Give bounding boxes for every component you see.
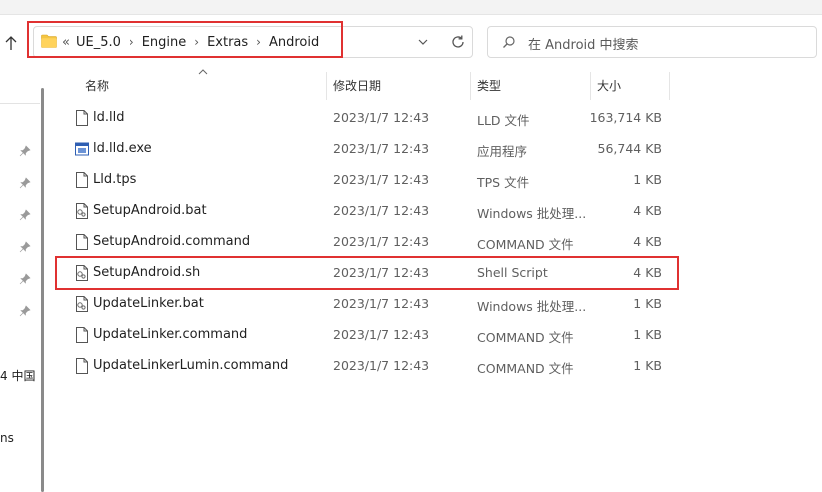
column-divider[interactable] xyxy=(590,72,591,100)
chevron-down-icon[interactable] xyxy=(415,34,431,50)
file-date: 2023/1/7 12:43 xyxy=(333,234,430,249)
script-file-icon xyxy=(76,296,88,312)
file-name[interactable]: SetupAndroid.command xyxy=(93,234,250,249)
file-row[interactable]: UpdateLinker.bat 2023/1/7 12:43 Windows 批处… xyxy=(70,288,690,319)
file-icon xyxy=(76,234,88,250)
file-row[interactable]: ld.lld.exe 2023/1/7 12:43 应用程序 56,744 KB xyxy=(70,133,690,164)
file-icon xyxy=(76,172,88,188)
file-date: 2023/1/7 12:43 xyxy=(333,327,430,342)
file-size: 163,714 KB xyxy=(589,110,662,125)
pin-icon[interactable] xyxy=(19,273,31,285)
pin-icon[interactable] xyxy=(19,305,31,317)
file-icon xyxy=(76,358,88,374)
pin-icon[interactable] xyxy=(19,145,31,157)
file-date: 2023/1/7 12:43 xyxy=(333,110,430,125)
refresh-icon[interactable] xyxy=(449,33,467,51)
file-type: Windows 批处理... xyxy=(477,206,587,221)
column-divider[interactable] xyxy=(326,72,327,100)
file-name[interactable]: ld.lld xyxy=(93,110,124,125)
address-highlight-box xyxy=(27,21,343,58)
file-date: 2023/1/7 12:43 xyxy=(333,358,430,373)
column-header-date[interactable]: 修改日期 xyxy=(333,77,381,94)
file-size: 4 KB xyxy=(633,234,662,249)
file-type: Windows 批处理... xyxy=(477,299,587,314)
file-size: 4 KB xyxy=(633,203,662,218)
script-file-icon xyxy=(76,203,88,219)
search-placeholder: 在 Android 中搜索 xyxy=(528,38,639,53)
file-icon xyxy=(76,110,88,126)
file-row[interactable]: SetupAndroid.bat 2023/1/7 12:43 Windows 批处… xyxy=(70,195,690,226)
file-row[interactable]: SetupAndroid.command 2023/1/7 12:43 COMMAN… xyxy=(70,226,690,257)
file-name[interactable]: UpdateLinkerLumin.command xyxy=(93,358,288,373)
pin-icon[interactable] xyxy=(19,241,31,253)
file-size: 1 KB xyxy=(633,296,662,311)
file-size: 1 KB xyxy=(633,358,662,373)
file-name[interactable]: UpdateLinker.command xyxy=(93,327,247,342)
window-top-strip xyxy=(0,0,822,14)
file-name[interactable]: ld.lld.exe xyxy=(93,141,152,156)
selected-row-highlight-box xyxy=(55,256,679,290)
file-type: TPS 文件 xyxy=(477,175,530,190)
file-row[interactable]: UpdateLinker.command 2023/1/7 12:43 COMMAN… xyxy=(70,319,690,350)
file-type: COMMAND 文件 xyxy=(477,361,574,376)
sidebar-item-fragment[interactable]: ns xyxy=(0,431,20,445)
file-name[interactable]: SetupAndroid.bat xyxy=(93,203,207,218)
file-row[interactable]: Lld.tps 2023/1/7 12:43 TPS 文件 1 KB xyxy=(70,164,690,195)
application-icon xyxy=(75,142,89,156)
column-header-size[interactable]: 大小 xyxy=(597,77,621,94)
pin-icon[interactable] xyxy=(19,209,31,221)
column-divider[interactable] xyxy=(470,72,471,100)
search-icon xyxy=(503,36,515,48)
file-size: 1 KB xyxy=(633,327,662,342)
file-type: 应用程序 xyxy=(477,144,528,159)
file-date: 2023/1/7 12:43 xyxy=(333,172,430,187)
file-type: LLD 文件 xyxy=(477,113,530,128)
file-name[interactable]: UpdateLinker.bat xyxy=(93,296,204,311)
sort-ascending-icon xyxy=(198,69,208,75)
arrow-up-icon[interactable] xyxy=(2,34,20,52)
column-divider[interactable] xyxy=(669,72,670,100)
nav-pane-scrollbar[interactable] xyxy=(41,88,44,492)
file-size: 56,744 KB xyxy=(597,141,662,156)
file-date: 2023/1/7 12:43 xyxy=(333,296,430,311)
top-divider xyxy=(0,14,822,15)
file-type: COMMAND 文件 xyxy=(477,330,574,345)
file-size: 1 KB xyxy=(633,172,662,187)
sidebar-item-fragment[interactable]: 4 中国 xyxy=(0,367,38,384)
file-date: 2023/1/7 12:43 xyxy=(333,203,430,218)
file-name[interactable]: Lld.tps xyxy=(93,172,136,187)
file-type: COMMAND 文件 xyxy=(477,237,574,252)
file-icon xyxy=(76,327,88,343)
file-row[interactable]: ld.lld 2023/1/7 12:43 LLD 文件 163,714 KB xyxy=(70,102,690,133)
pin-icon[interactable] xyxy=(19,177,31,189)
column-header-type[interactable]: 类型 xyxy=(477,77,501,94)
nav-pane-divider xyxy=(0,103,40,104)
column-header-name[interactable]: 名称 xyxy=(85,77,109,94)
file-date: 2023/1/7 12:43 xyxy=(333,141,430,156)
file-row[interactable]: UpdateLinkerLumin.command 2023/1/7 12:43 C… xyxy=(70,350,690,381)
